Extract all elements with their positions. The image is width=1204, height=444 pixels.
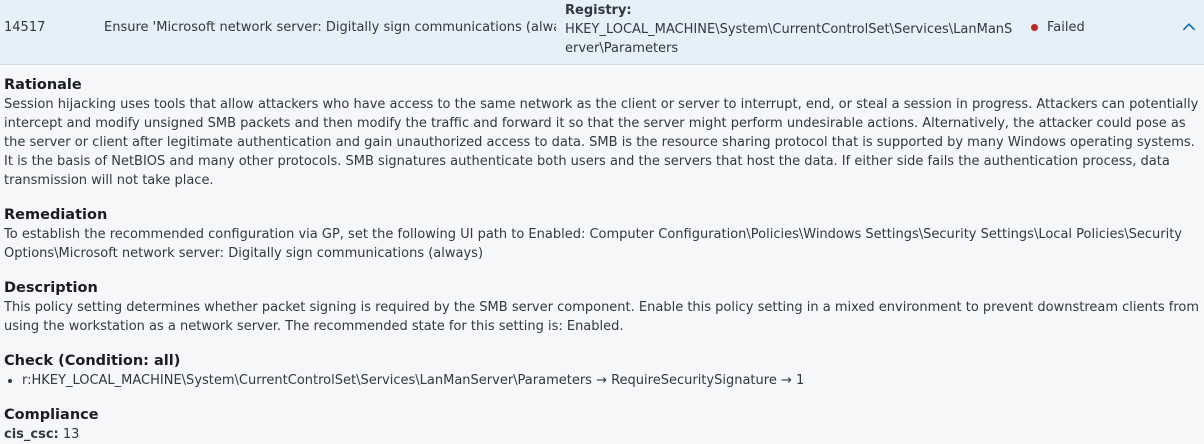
compliance-key: cis_csc: [4,427,59,442]
remediation-heading: Remediation [4,207,108,223]
rationale-heading: Rationale [4,77,82,93]
compliance-heading: Compliance [4,407,99,423]
check-heading: Check (Condition: all) [4,353,181,369]
chevron-up-icon[interactable] [1180,18,1198,36]
description-section: Description This policy setting determin… [4,278,1200,336]
check-section: Check (Condition: all) r:HKEY_LOCAL_MACH… [4,351,1200,390]
compliance-value: 13 [62,427,80,442]
check-title: Ensure 'Microsoft network server: Digita… [104,20,556,35]
target-value: HKEY_LOCAL_MACHINE\System\CurrentControl… [565,22,1013,56]
check-rules-list: r:HKEY_LOCAL_MACHINE\System\CurrentContr… [4,371,1200,390]
remediation-section: Remediation To establish the recommended… [4,205,1200,263]
target-label: Registry: [565,3,632,18]
check-details: Rationale Session hijacking uses tools t… [0,65,1204,444]
check-target: Registry: HKEY_LOCAL_MACHINE\System\Curr… [565,1,1015,58]
result-status: Failed [1031,20,1085,35]
rationale-section: Rationale Session hijacking uses tools t… [4,75,1200,190]
compliance-section: Compliance cis_csc: 13 [4,405,1200,444]
rationale-text: Session hijacking uses tools that allow … [4,97,1199,188]
list-item: r:HKEY_LOCAL_MACHINE\System\CurrentContr… [22,371,1200,390]
description-heading: Description [4,280,98,296]
status-dot-icon [1031,24,1038,31]
description-text: This policy setting determines whether p… [4,300,1200,334]
check-row-header[interactable]: 14517 Ensure 'Microsoft network server: … [0,0,1204,65]
check-id: 14517 [4,20,46,35]
result-label: Failed [1047,20,1085,35]
remediation-text: To establish the recommended configurati… [4,227,1182,261]
compliance-entry: cis_csc: 13 [4,425,1200,444]
